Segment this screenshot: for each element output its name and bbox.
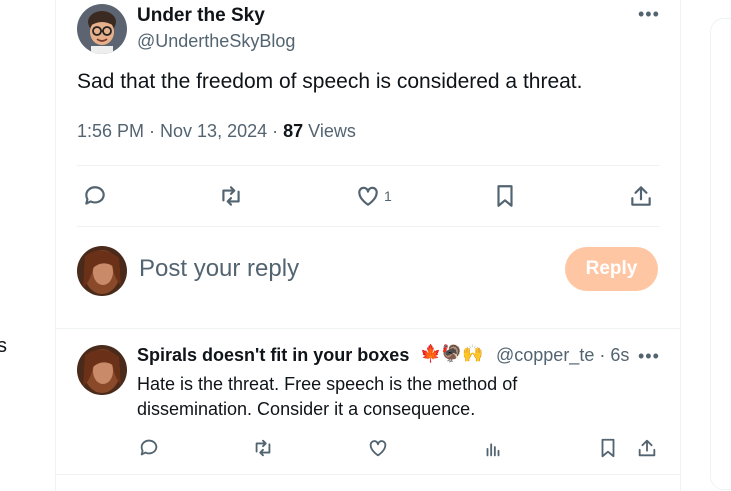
right-sidebar-panel (710, 18, 731, 490)
share-icon (631, 186, 651, 206)
reply-text: Hate is the threat. Free speech is the m… (137, 374, 518, 419)
heart-icon (358, 186, 378, 206)
author-avatar[interactable] (77, 4, 127, 54)
current-user-avatar[interactable] (77, 246, 127, 296)
like-button[interactable]: 1 (355, 183, 392, 209)
tweet-text: Sad that the freedom of speech is consid… (77, 70, 583, 93)
divider (77, 165, 660, 166)
reply-author-handle[interactable]: @copper_te · 6s (496, 345, 629, 366)
bookmark-button[interactable] (492, 183, 518, 209)
more-options-icon[interactable]: ••• (638, 4, 660, 25)
analytics-icon (486, 443, 500, 457)
bookmark-icon (601, 438, 615, 458)
retweet-icon (222, 186, 240, 206)
views-count[interactable]: 87 (283, 121, 303, 141)
conversation-column: Under the Sky @UndertheSkyBlog ••• Sad t… (55, 0, 681, 491)
retweet-icon (255, 439, 271, 457)
reply-retweet-button[interactable] (252, 437, 274, 459)
tweet-timestamp[interactable]: 1:56 PM · Nov 13, 2024 · (77, 121, 283, 141)
reply-bookmark-button[interactable] (597, 437, 619, 459)
reply-author-name[interactable]: Spirals doesn't fit in your boxes (137, 345, 409, 366)
retweet-button[interactable] (218, 183, 244, 209)
divider (77, 226, 660, 227)
reply-author-avatar[interactable] (77, 345, 127, 395)
share-button[interactable] (628, 183, 654, 209)
reply-share-button[interactable] (636, 437, 658, 459)
cropped-text-fragment: s (0, 335, 7, 357)
reply-author-emojis: 🍁🦃🙌 (420, 344, 484, 363)
reply-like-button[interactable] (367, 437, 389, 459)
reply-submit-button[interactable]: Reply (565, 247, 658, 291)
divider (56, 474, 680, 475)
author-name[interactable]: Under the Sky (137, 5, 265, 27)
reply-input[interactable]: Post your reply (139, 255, 299, 283)
author-handle[interactable]: @UndertheSkyBlog (137, 31, 295, 52)
reply-reply-button[interactable] (138, 437, 160, 459)
reply-icon (140, 439, 158, 456)
heart-icon (369, 440, 387, 457)
reply-views-button[interactable] (482, 437, 504, 459)
reply-icon (85, 186, 105, 205)
views-label: Views (303, 121, 356, 141)
reply-more-options-icon[interactable]: ••• (638, 346, 660, 367)
share-icon (638, 439, 656, 457)
divider (56, 328, 680, 329)
bookmark-icon (497, 185, 513, 207)
tweet-metadata: 1:56 PM · Nov 13, 2024 · 87 Views (77, 121, 356, 142)
reply-button[interactable] (82, 183, 108, 209)
like-count: 1 (384, 188, 392, 204)
